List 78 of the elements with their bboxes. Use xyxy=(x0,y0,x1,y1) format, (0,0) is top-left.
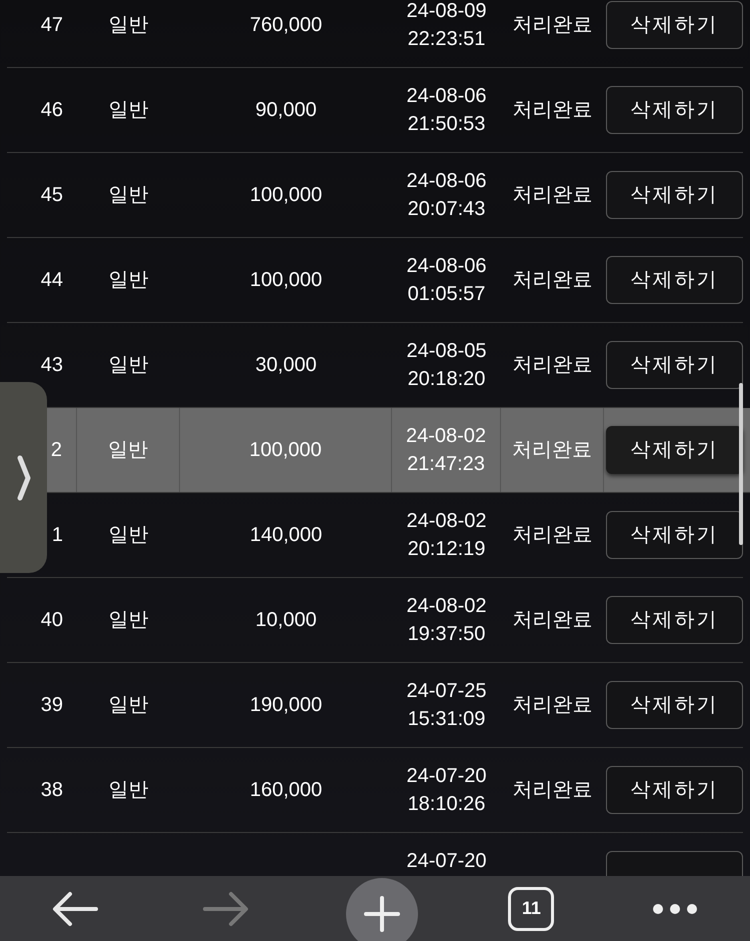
date-text: 24-08-05 xyxy=(406,339,487,364)
type-text: 일반 xyxy=(108,13,148,38)
type-text: 일반 xyxy=(108,778,148,803)
date-text: 24-08-06 xyxy=(406,84,487,109)
amount-text: 760,000 xyxy=(250,13,322,38)
date-text: 24-08-02 xyxy=(406,594,487,619)
row-number: 43 xyxy=(40,353,63,378)
amount-text: 100,000 xyxy=(249,438,322,463)
more-dots-icon xyxy=(652,902,698,914)
time-text: 20:12:19 xyxy=(408,537,486,562)
delete-button[interactable]: 삭제하기 xyxy=(606,596,743,644)
type-text: 일반 xyxy=(108,268,148,293)
scrollbar[interactable] xyxy=(739,383,743,545)
time-text: 20:18:20 xyxy=(408,367,486,392)
type-text: 일반 xyxy=(108,183,148,208)
row-number: 45 xyxy=(40,183,63,208)
side-panel-handle[interactable] xyxy=(0,382,47,573)
date-text: 24-08-06 xyxy=(406,169,487,194)
type-text: 일반 xyxy=(108,693,148,718)
type-text: 일반 xyxy=(108,608,148,633)
row-number: 1 xyxy=(52,523,63,548)
amount-text: 140,000 xyxy=(250,523,322,548)
delete-button[interactable]: 삭제하기 xyxy=(606,681,743,729)
amount-text: 160,000 xyxy=(250,778,322,803)
status-text: 처리완료 xyxy=(512,98,592,123)
row-number: 46 xyxy=(40,98,63,123)
amount-text: 30,000 xyxy=(255,353,317,378)
status-text: 처리완료 xyxy=(512,183,592,208)
row-number: 47 xyxy=(40,13,63,38)
row-number: 44 xyxy=(40,268,63,293)
delete-button[interactable]: 삭제하기 xyxy=(606,256,743,304)
plus-icon xyxy=(364,896,400,932)
delete-button[interactable]: 삭제하기 xyxy=(606,511,743,559)
time-text: 21:50:53 xyxy=(408,112,486,137)
time-text: 21:47:23 xyxy=(407,452,485,477)
type-text: 일반 xyxy=(108,438,148,463)
type-text: 일반 xyxy=(108,98,148,123)
delete-button[interactable]: 삭제하기 xyxy=(606,171,743,219)
amount-text: 100,000 xyxy=(250,183,322,208)
time-text: 01:05:57 xyxy=(408,282,486,307)
delete-button[interactable]: 삭제하기 xyxy=(606,86,743,134)
amount-text: 100,000 xyxy=(250,268,322,293)
status-text: 처리완료 xyxy=(512,13,592,38)
date-text: 24-08-09 xyxy=(406,0,487,24)
delete-button[interactable]: 삭제하기 xyxy=(606,341,743,389)
status-text: 처리완료 xyxy=(512,268,592,293)
back-arrow-icon xyxy=(52,890,98,926)
status-text: 처리완료 xyxy=(512,438,592,463)
status-text: 처리완료 xyxy=(512,693,592,718)
date-text: 24-08-02 xyxy=(406,509,487,534)
time-text: 19:37:50 xyxy=(408,622,486,647)
time-text: 18:10:26 xyxy=(408,792,486,817)
time-text: 22:23:51 xyxy=(408,27,486,52)
date-text: 24-07-20 xyxy=(406,849,487,874)
tab-count-button[interactable]: 11 xyxy=(508,886,554,930)
time-text: 20:07:43 xyxy=(408,197,486,222)
status-text: 처리완료 xyxy=(512,778,592,803)
chevron-right-icon xyxy=(16,454,32,502)
date-text: 24-07-20 xyxy=(406,764,487,789)
date-text: 24-08-06 xyxy=(406,254,487,279)
delete-button[interactable]: 삭제하기 xyxy=(606,1,743,49)
status-text: 처리완료 xyxy=(512,608,592,633)
status-text: 처리완료 xyxy=(512,523,592,548)
row-number: 38 xyxy=(40,778,63,803)
type-text: 일반 xyxy=(108,523,148,548)
forward-arrow-icon xyxy=(202,890,249,926)
date-text: 24-08-02 xyxy=(406,424,486,449)
row-number: 40 xyxy=(40,608,63,633)
amount-text: 10,000 xyxy=(255,608,317,633)
date-text: 24-07-25 xyxy=(406,679,487,704)
amount-text: 190,000 xyxy=(250,693,322,718)
delete-button[interactable]: 삭제하기 xyxy=(606,766,743,814)
type-text: 일반 xyxy=(108,353,148,378)
row-number: 2 xyxy=(50,438,62,463)
time-text: 15:31:09 xyxy=(408,707,486,732)
row-number: 39 xyxy=(40,693,63,718)
status-text: 처리완료 xyxy=(512,353,592,378)
amount-text: 90,000 xyxy=(255,98,317,123)
